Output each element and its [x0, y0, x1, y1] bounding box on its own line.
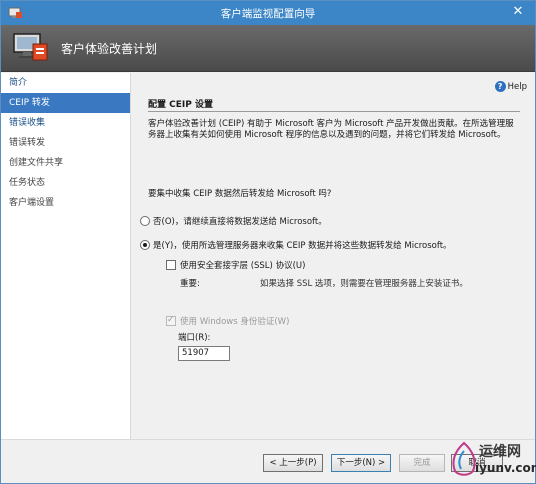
title-bar: 客户端监视配置向导 ✕ [1, 1, 535, 25]
windows-auth-checkbox[interactable] [166, 315, 176, 326]
content-pane: ? Help 配置 CEIP 设置 客户体验改善计划 (CEIP) 有助于 Mic… [132, 73, 535, 439]
page-title: 客户体验改善计划 [61, 42, 158, 56]
next-button[interactable]: 下一步(N) > [331, 454, 391, 472]
monitor-config-icon [13, 33, 48, 61]
wizard-header: 客户体验改善计划 [1, 25, 535, 72]
help-icon: ? [494, 81, 506, 92]
sidebar-item-error-forwarding[interactable]: 错误转发 [1, 133, 130, 153]
help-link[interactable]: ? Help [494, 81, 527, 92]
sidebar-item-file-share[interactable]: 创建文件共享 [1, 153, 130, 173]
sidebar-item-client-settings[interactable]: 客户端设置 [1, 193, 130, 213]
important-label: 重要: [180, 279, 200, 289]
site-watermark: 运维网 iyunv.com [449, 437, 536, 481]
windows-auth-label: 使用 Windows 身份验证(W) [180, 317, 290, 327]
windows-auth-option[interactable]: 使用 Windows 身份验证(W) [166, 315, 289, 327]
option-no-label: 否(O)，请继续直接将数据发送给 Microsoft。 [153, 217, 327, 227]
sidebar-item-task-status[interactable]: 任务状态 [1, 173, 130, 193]
back-button[interactable]: < 上一步(P) [263, 454, 323, 472]
ceip-question: 要集中收集 CEIP 数据然后转发给 Microsoft 吗? [148, 189, 332, 199]
close-button[interactable]: ✕ [505, 3, 531, 21]
wizard-window: 客户端监视配置向导 ✕ 客户体验改善计划 简介 CEIP 转发 错误收集 错误转… [0, 0, 536, 484]
ssl-label: 使用安全套接字层 (SSL) 协议(U) [180, 261, 306, 271]
sidebar-item-ceip[interactable]: CEIP 转发 [1, 93, 130, 113]
option-no-radio[interactable] [140, 216, 150, 226]
help-label: Help [507, 82, 527, 92]
option-yes-row[interactable]: 是(Y)，使用所选管理服务器来收集 CEIP 数据并将这些数据转发给 Micro… [140, 239, 452, 251]
section-title: 配置 CEIP 设置 [148, 100, 213, 110]
option-yes-label: 是(Y)，使用所选管理服务器来收集 CEIP 数据并将这些数据转发给 Micro… [153, 241, 452, 251]
watermark-text: 运维网 [479, 444, 521, 460]
option-no-row[interactable]: 否(O)，请继续直接将数据发送给 Microsoft。 [140, 215, 327, 227]
option-yes-radio[interactable] [140, 240, 150, 250]
important-text: 如果选择 SSL 选项，则需要在管理服务器上安装证书。 [260, 279, 468, 289]
sidebar-item-error-collection[interactable]: 错误收集 [1, 113, 130, 133]
ceip-description: 客户体验改善计划 (CEIP) 有助于 Microsoft 客户为 Micros… [148, 119, 514, 140]
ssl-option[interactable]: 使用安全套接字层 (SSL) 协议(U) [166, 259, 305, 271]
ssl-checkbox[interactable] [166, 260, 176, 270]
watermark-url: iyunv.com [475, 461, 536, 475]
port-input[interactable]: 51907 [178, 346, 230, 361]
window-title: 客户端监视配置向导 [220, 8, 316, 20]
port-label: 端口(R): [178, 333, 211, 343]
wizard-steps: 简介 CEIP 转发 错误收集 错误转发 创建文件共享 任务状态 客户端设置 [1, 73, 131, 439]
finish-button[interactable]: 完成 [399, 454, 445, 472]
section-divider [148, 111, 520, 112]
sidebar-item-intro[interactable]: 简介 [1, 73, 130, 93]
